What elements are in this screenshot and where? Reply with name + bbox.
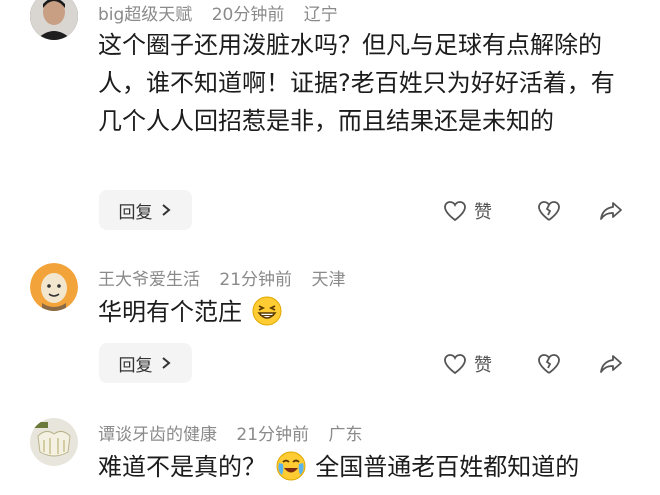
- location: 广东: [328, 425, 363, 445]
- username[interactable]: 谭谈牙齿的健康: [98, 425, 217, 445]
- comment-actions: 赞: [440, 343, 640, 383]
- comment-meta: big超级天赋 20分钟前 辽宁: [98, 0, 352, 25]
- location: 辽宁: [303, 5, 338, 25]
- like-label: 赞: [474, 202, 492, 223]
- dislike-button[interactable]: [536, 198, 562, 224]
- comment-meta: 王大爷爱生活 21分钟前 天津: [98, 265, 359, 290]
- comment-text: 难道不是真的？ 全国普通老百姓都知道的: [98, 448, 638, 486]
- comment-actions: 赞: [440, 190, 640, 230]
- location: 天津: [311, 270, 346, 290]
- comment-text: 华明有个范庄: [98, 293, 638, 331]
- reply-button[interactable]: 回复: [99, 190, 192, 230]
- avatar[interactable]: [30, 263, 78, 311]
- share-icon: [600, 202, 622, 220]
- timestamp: 20分钟前: [211, 5, 285, 25]
- heart-icon: [444, 354, 466, 375]
- comment-text: 这个圈子还用泼脏水吗？但凡与足球有点解除的人，谁不知道啊！证据?老百姓只为好好活…: [98, 31, 615, 135]
- like-button[interactable]: 赞: [442, 198, 492, 224]
- heart-icon: [444, 201, 466, 222]
- comment-text-body: 华明有个范庄: [98, 298, 242, 326]
- share-button[interactable]: [598, 351, 624, 377]
- timestamp: 21分钟前: [236, 425, 310, 445]
- username[interactable]: big超级天赋: [98, 5, 192, 25]
- avatar[interactable]: [30, 0, 78, 40]
- broken-heart-icon: [538, 201, 560, 221]
- broken-heart-icon: [538, 354, 560, 374]
- share-icon: [600, 355, 622, 373]
- reply-button[interactable]: 回复: [99, 343, 192, 383]
- avatar[interactable]: [30, 418, 78, 466]
- like-label: 赞: [474, 355, 492, 376]
- timestamp: 21分钟前: [219, 270, 293, 290]
- comment-meta: 谭谈牙齿的健康 21分钟前 广东: [98, 420, 376, 445]
- grinning-squint-emoji-icon: [252, 296, 282, 326]
- reply-label: 回复: [118, 355, 153, 376]
- username[interactable]: 王大爷爱生活: [98, 270, 200, 290]
- comment-text-before: 难道不是真的？: [98, 453, 266, 481]
- comment-text-after: 全国普通老百姓都知道的: [315, 453, 580, 481]
- reply-label: 回复: [118, 202, 153, 223]
- chevron-right-icon: [161, 357, 171, 369]
- chevron-right-icon: [161, 204, 171, 216]
- like-button[interactable]: 赞: [442, 351, 492, 377]
- dislike-button[interactable]: [536, 351, 562, 377]
- crying-laughing-emoji-icon: [276, 451, 306, 481]
- share-button[interactable]: [598, 198, 624, 224]
